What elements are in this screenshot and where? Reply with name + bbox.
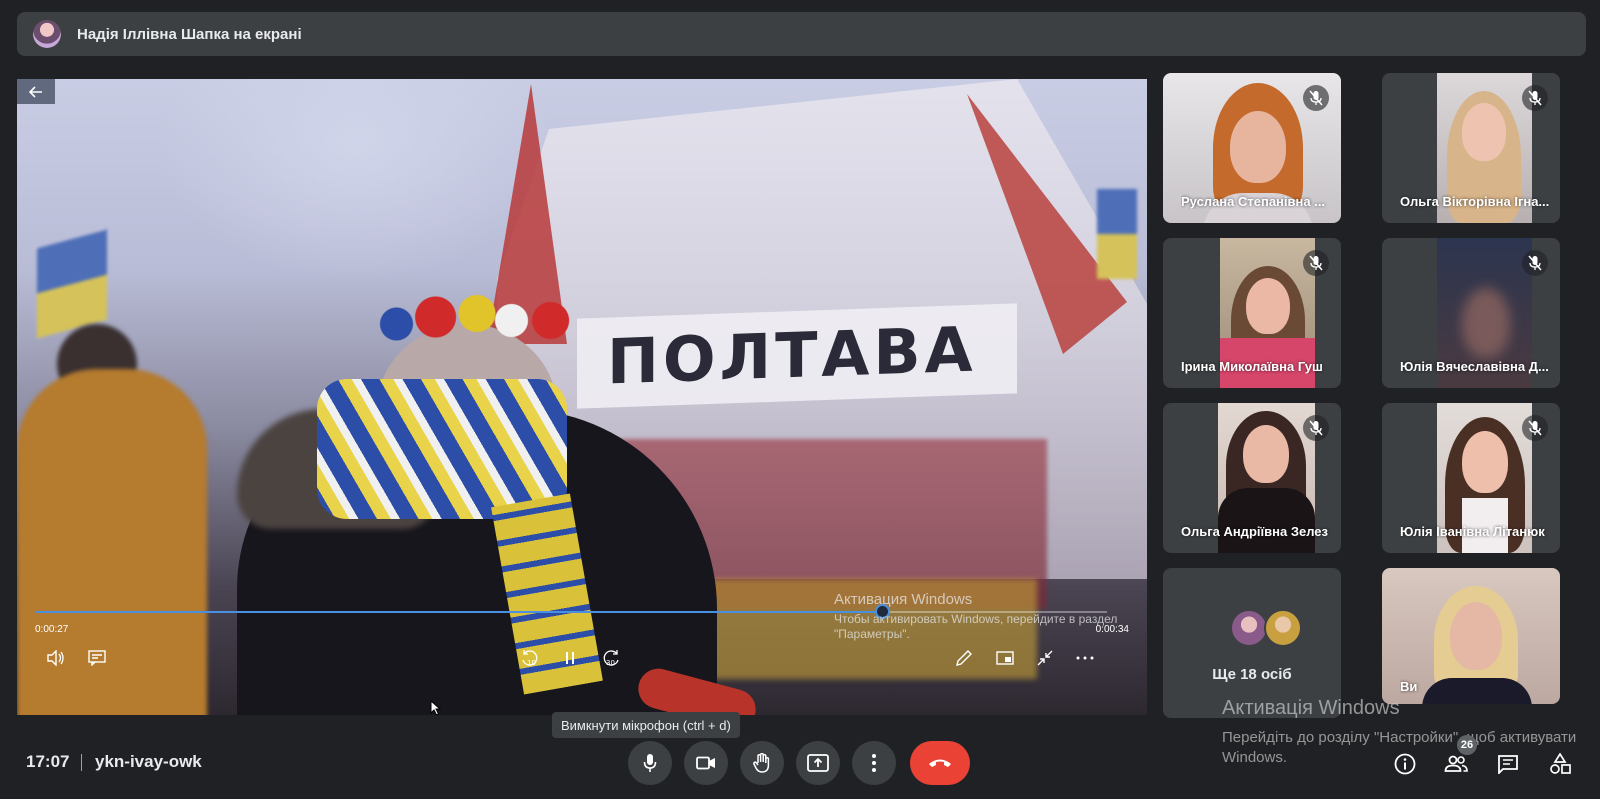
mic-off-icon xyxy=(1303,415,1329,441)
presenter-bar: Надія Іллівна Шапка на екрані xyxy=(17,12,1586,56)
windows-activation-watermark: Активация Windows Чтобы активировать Win… xyxy=(834,591,1124,642)
present-icon xyxy=(807,754,829,772)
hang-up-icon xyxy=(929,759,951,767)
camera-button[interactable] xyxy=(684,741,728,785)
self-label: Ви xyxy=(1400,679,1418,694)
activities-button[interactable] xyxy=(1547,751,1573,777)
video-banner-text: ПОЛТАВА xyxy=(607,312,977,399)
mini-player-icon[interactable] xyxy=(992,647,1018,669)
mic-tooltip: Вимкнути мікрофон (ctrl + d) xyxy=(552,712,740,738)
participant-name: Ольга Вікторівна Ігна... xyxy=(1400,194,1550,209)
divider xyxy=(81,754,82,771)
activities-icon xyxy=(1550,753,1571,774)
mic-off-icon xyxy=(1522,250,1548,276)
current-time: 17:07 xyxy=(26,752,70,771)
watermark-text: Чтобы активировать Windows, перейдите в … xyxy=(834,612,1118,641)
microphone-icon xyxy=(643,754,657,772)
back-arrow-button[interactable] xyxy=(17,79,55,104)
mic-off-icon xyxy=(1303,85,1329,111)
chat-button[interactable] xyxy=(1495,751,1521,777)
meeting-code: ykn-ivay-owk xyxy=(95,752,202,771)
participant-tile[interactable]: Ольга Вікторівна Ігна... xyxy=(1382,73,1560,223)
participant-tile[interactable]: Ірина Миколаївна Гуш xyxy=(1163,238,1341,388)
self-tile[interactable]: Ви xyxy=(1382,568,1560,704)
chat-icon xyxy=(1498,755,1518,774)
more-participants-label: Ще 18 осіб xyxy=(1212,666,1292,683)
presenter-avatar xyxy=(33,20,61,48)
mic-off-icon xyxy=(1303,250,1329,276)
volume-icon[interactable] xyxy=(43,647,69,669)
raise-hand-icon xyxy=(753,753,770,773)
forward-30-icon[interactable]: 30 xyxy=(598,647,624,669)
microphone-button[interactable] xyxy=(628,741,672,785)
participant-tile[interactable]: Юлія Іванівна Літанюк xyxy=(1382,403,1560,553)
more-participants-avatars xyxy=(1230,609,1302,647)
pen-icon[interactable] xyxy=(951,647,977,669)
pause-icon[interactable] xyxy=(557,647,583,669)
participant-tile[interactable]: Юлія Вячеславівна Д... xyxy=(1382,238,1560,388)
meeting-info-button[interactable] xyxy=(1392,751,1418,777)
activation-title: Активація Windows xyxy=(1222,697,1400,719)
mic-off-icon xyxy=(1522,85,1548,111)
participant-name: Руслана Степанівна ... xyxy=(1181,194,1326,209)
svg-text:30: 30 xyxy=(606,659,615,667)
watermark-title: Активация Windows xyxy=(834,591,973,608)
video-current-time: 0:00:27 xyxy=(35,624,69,635)
more-options-icon[interactable] xyxy=(1072,647,1098,669)
avatar xyxy=(1264,609,1302,647)
more-options-button[interactable] xyxy=(852,741,896,785)
participant-name: Юлія Вячеславівна Д... xyxy=(1400,359,1549,374)
people-icon xyxy=(1444,755,1468,772)
raise-hand-button[interactable] xyxy=(740,741,784,785)
participant-tile[interactable]: Руслана Степанівна ... xyxy=(1163,73,1341,223)
presenter-name: Надія Іллівна Шапка на екрані xyxy=(77,25,302,43)
info-icon xyxy=(1394,753,1416,775)
present-screen-button[interactable] xyxy=(796,741,840,785)
rewind-10-icon[interactable]: 10 xyxy=(517,647,543,669)
more-vert-icon xyxy=(872,754,876,772)
participant-name: Юлія Іванівна Літанюк xyxy=(1400,524,1545,539)
exit-fullscreen-icon[interactable] xyxy=(1032,647,1058,669)
mic-off-icon xyxy=(1522,415,1548,441)
participants-count-badge: 26 xyxy=(1457,735,1477,755)
camera-icon xyxy=(696,756,715,770)
video-progress-fill xyxy=(35,611,882,613)
avatar xyxy=(1230,609,1268,647)
participant-name: Ольга Андріївна Зелез xyxy=(1181,524,1328,539)
participant-name: Ірина Миколаївна Гуш xyxy=(1181,359,1323,374)
mouse-cursor-icon xyxy=(430,700,442,716)
captions-icon[interactable] xyxy=(84,647,110,669)
leave-call-button[interactable] xyxy=(910,741,970,785)
svg-text:10: 10 xyxy=(527,659,536,667)
participant-tile[interactable]: Ольга Андріївна Зелез xyxy=(1163,403,1341,553)
shared-screen[interactable]: ПОЛТАВА 0:00:27 0:00:34 10 30 Активация … xyxy=(17,79,1147,715)
